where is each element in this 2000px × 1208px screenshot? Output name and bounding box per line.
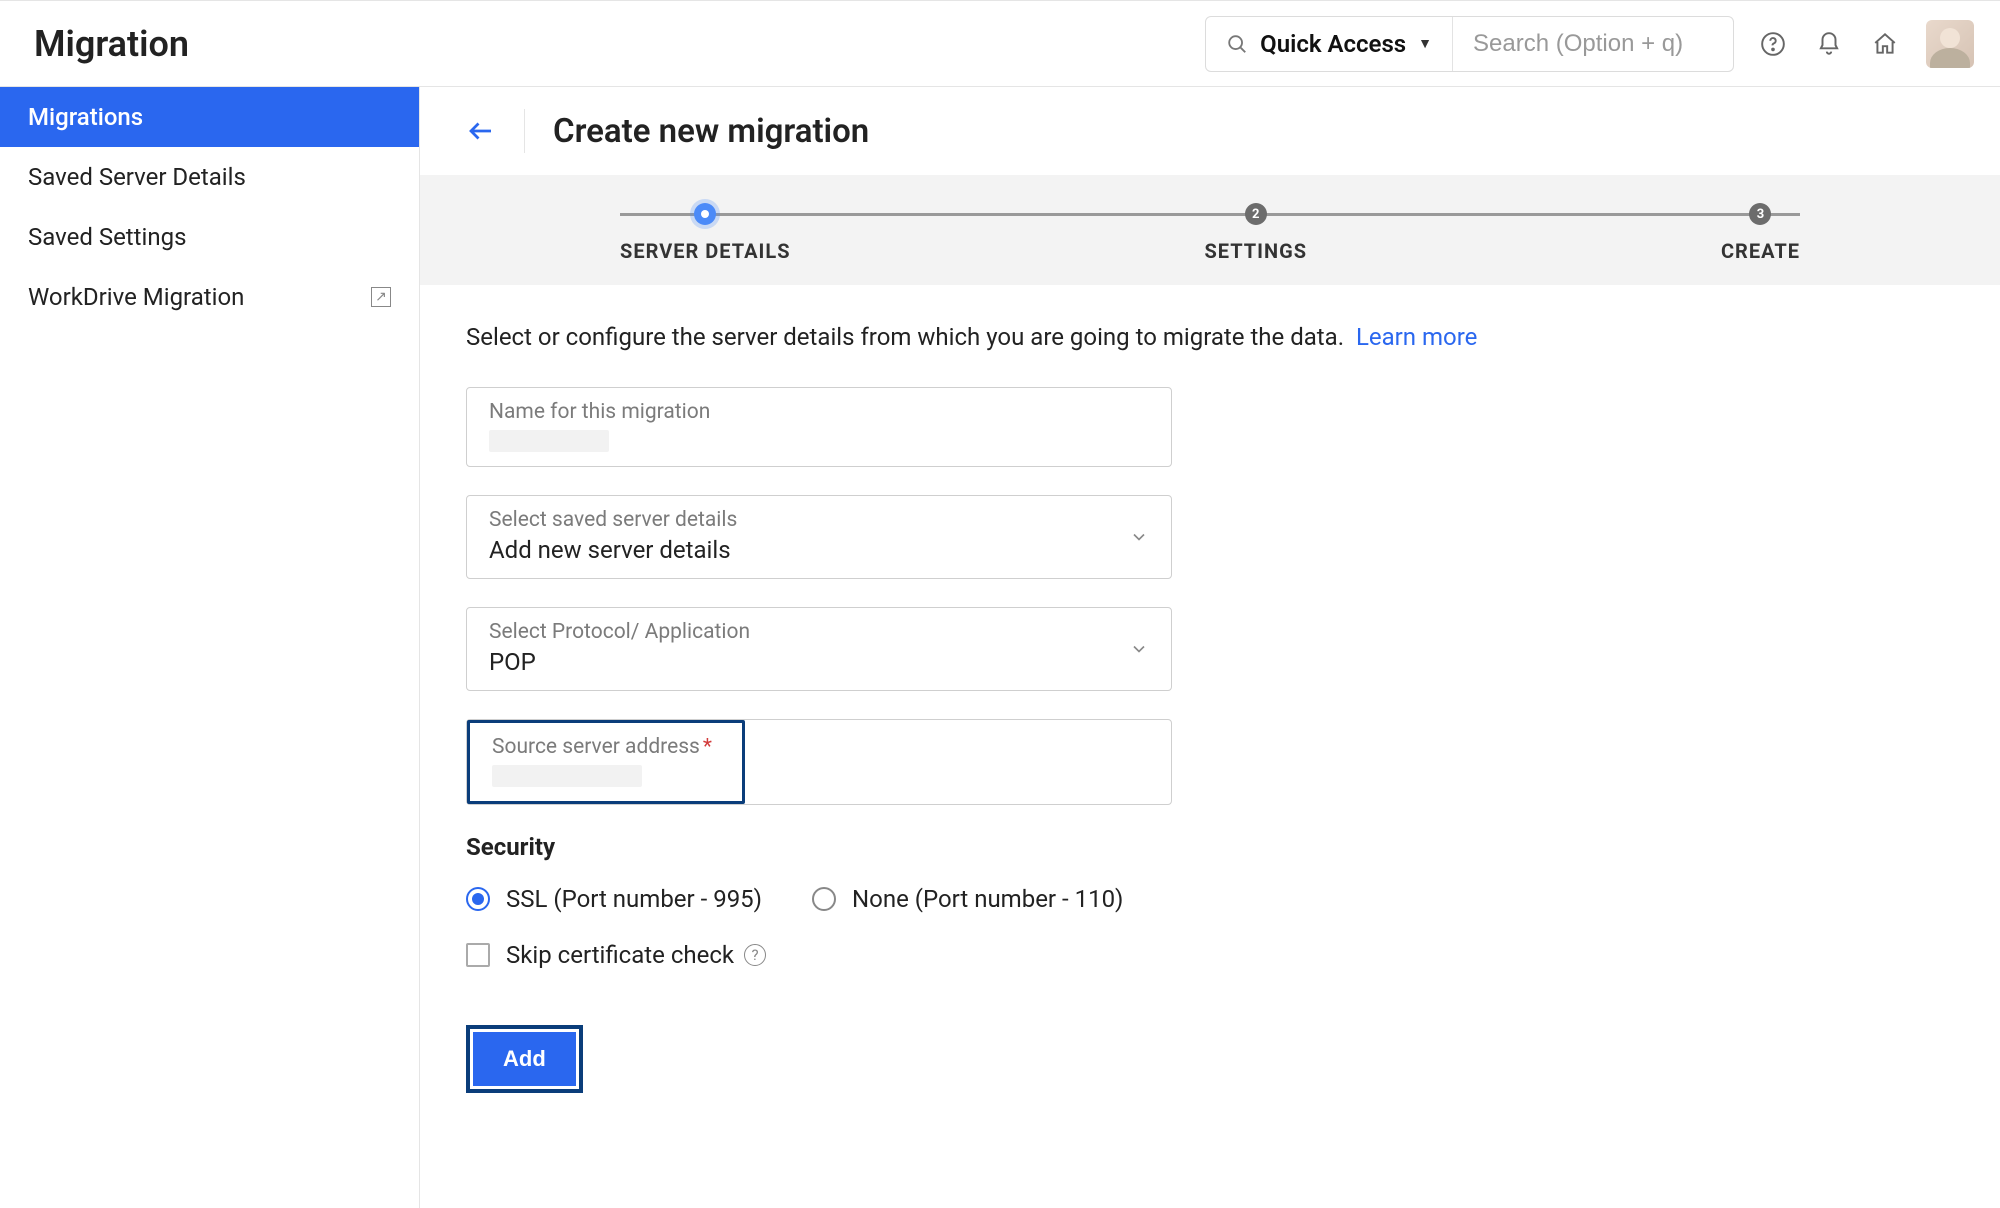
field-label: Source server address*	[492, 735, 720, 759]
sidebar-item-label: Saved Settings	[28, 223, 186, 251]
divider	[524, 109, 525, 153]
security-none-option[interactable]: None (Port number - 110)	[812, 885, 1123, 913]
stepper: SERVER DETAILS 2 SETTINGS 3 CREATE	[420, 175, 2000, 285]
source-server-field[interactable]: Source server address*	[466, 719, 1172, 805]
security-radio-group: SSL (Port number - 995) None (Port numbe…	[466, 885, 1954, 913]
step-create[interactable]: 3 CREATE	[1721, 203, 1800, 263]
sidebar-item-label: Saved Server Details	[28, 163, 246, 191]
help-icon[interactable]: ?	[744, 944, 766, 966]
step-settings[interactable]: 2 SETTINGS	[1204, 203, 1307, 263]
field-label: Select Protocol/ Application	[489, 620, 1149, 644]
home-icon[interactable]	[1870, 29, 1900, 59]
search-icon	[1226, 33, 1248, 55]
saved-server-select[interactable]: Select saved server details Add new serv…	[466, 495, 1172, 579]
security-title: Security	[466, 833, 1954, 861]
sidebar: Migrations Saved Server Details Saved Se…	[0, 87, 420, 1208]
quick-access-dropdown[interactable]: Quick Access ▼	[1206, 17, 1453, 71]
chevron-down-icon	[1129, 527, 1149, 547]
page-title: Create new migration	[553, 112, 869, 151]
source-server-input[interactable]	[492, 765, 642, 787]
sidebar-item-workdrive-migration[interactable]: WorkDrive Migration ↗	[0, 267, 419, 327]
back-button[interactable]	[466, 116, 496, 146]
main: Create new migration SERVER DETAILS 2 SE…	[420, 87, 2000, 1208]
step-server-details[interactable]: SERVER DETAILS	[620, 203, 791, 263]
user-avatar[interactable]	[1926, 20, 1974, 68]
sidebar-item-saved-settings[interactable]: Saved Settings	[0, 207, 419, 267]
field-label: Name for this migration	[489, 400, 1149, 424]
skip-cert-checkbox-row[interactable]: Skip certificate check ?	[466, 941, 1954, 969]
field-value: POP	[489, 648, 1149, 676]
field-label: Select saved server details	[489, 508, 1149, 532]
description: Select or configure the server details f…	[466, 323, 1954, 351]
sidebar-item-label: Migrations	[28, 103, 143, 131]
radio-icon	[466, 887, 490, 911]
quick-access-box: Quick Access ▼	[1205, 16, 1734, 72]
sidebar-item-saved-server-details[interactable]: Saved Server Details	[0, 147, 419, 207]
learn-more-link[interactable]: Learn more	[1356, 323, 1477, 351]
sidebar-item-label: WorkDrive Migration	[28, 283, 244, 311]
chevron-down-icon	[1129, 639, 1149, 659]
security-ssl-option[interactable]: SSL (Port number - 995)	[466, 885, 762, 913]
step-label: SETTINGS	[1204, 239, 1307, 263]
global-search-input[interactable]	[1453, 30, 1733, 58]
migration-name-field[interactable]: Name for this migration	[466, 387, 1172, 467]
radio-label: SSL (Port number - 995)	[506, 885, 762, 913]
add-button-highlight: Add	[466, 1025, 583, 1093]
sidebar-item-migrations[interactable]: Migrations	[0, 87, 419, 147]
caret-down-icon: ▼	[1418, 35, 1432, 52]
help-icon[interactable]	[1758, 29, 1788, 59]
bell-icon[interactable]	[1814, 29, 1844, 59]
page-header: Create new migration	[420, 87, 2000, 175]
app-title: Migration	[34, 23, 189, 65]
external-link-icon: ↗	[371, 287, 391, 307]
migration-name-input[interactable]	[489, 430, 609, 452]
checkbox-label: Skip certificate check ?	[506, 941, 766, 969]
topbar: Migration Quick Access ▼	[0, 1, 2000, 87]
checkbox-icon	[466, 943, 490, 967]
quick-access-label: Quick Access	[1260, 30, 1406, 58]
step-label: CREATE	[1721, 239, 1800, 263]
add-button[interactable]: Add	[473, 1032, 576, 1086]
radio-label: None (Port number - 110)	[852, 885, 1123, 913]
step-label: SERVER DETAILS	[620, 239, 791, 263]
field-value: Add new server details	[489, 536, 1149, 564]
form-content: Select or configure the server details f…	[420, 285, 2000, 1131]
protocol-select[interactable]: Select Protocol/ Application POP	[466, 607, 1172, 691]
radio-icon	[812, 887, 836, 911]
